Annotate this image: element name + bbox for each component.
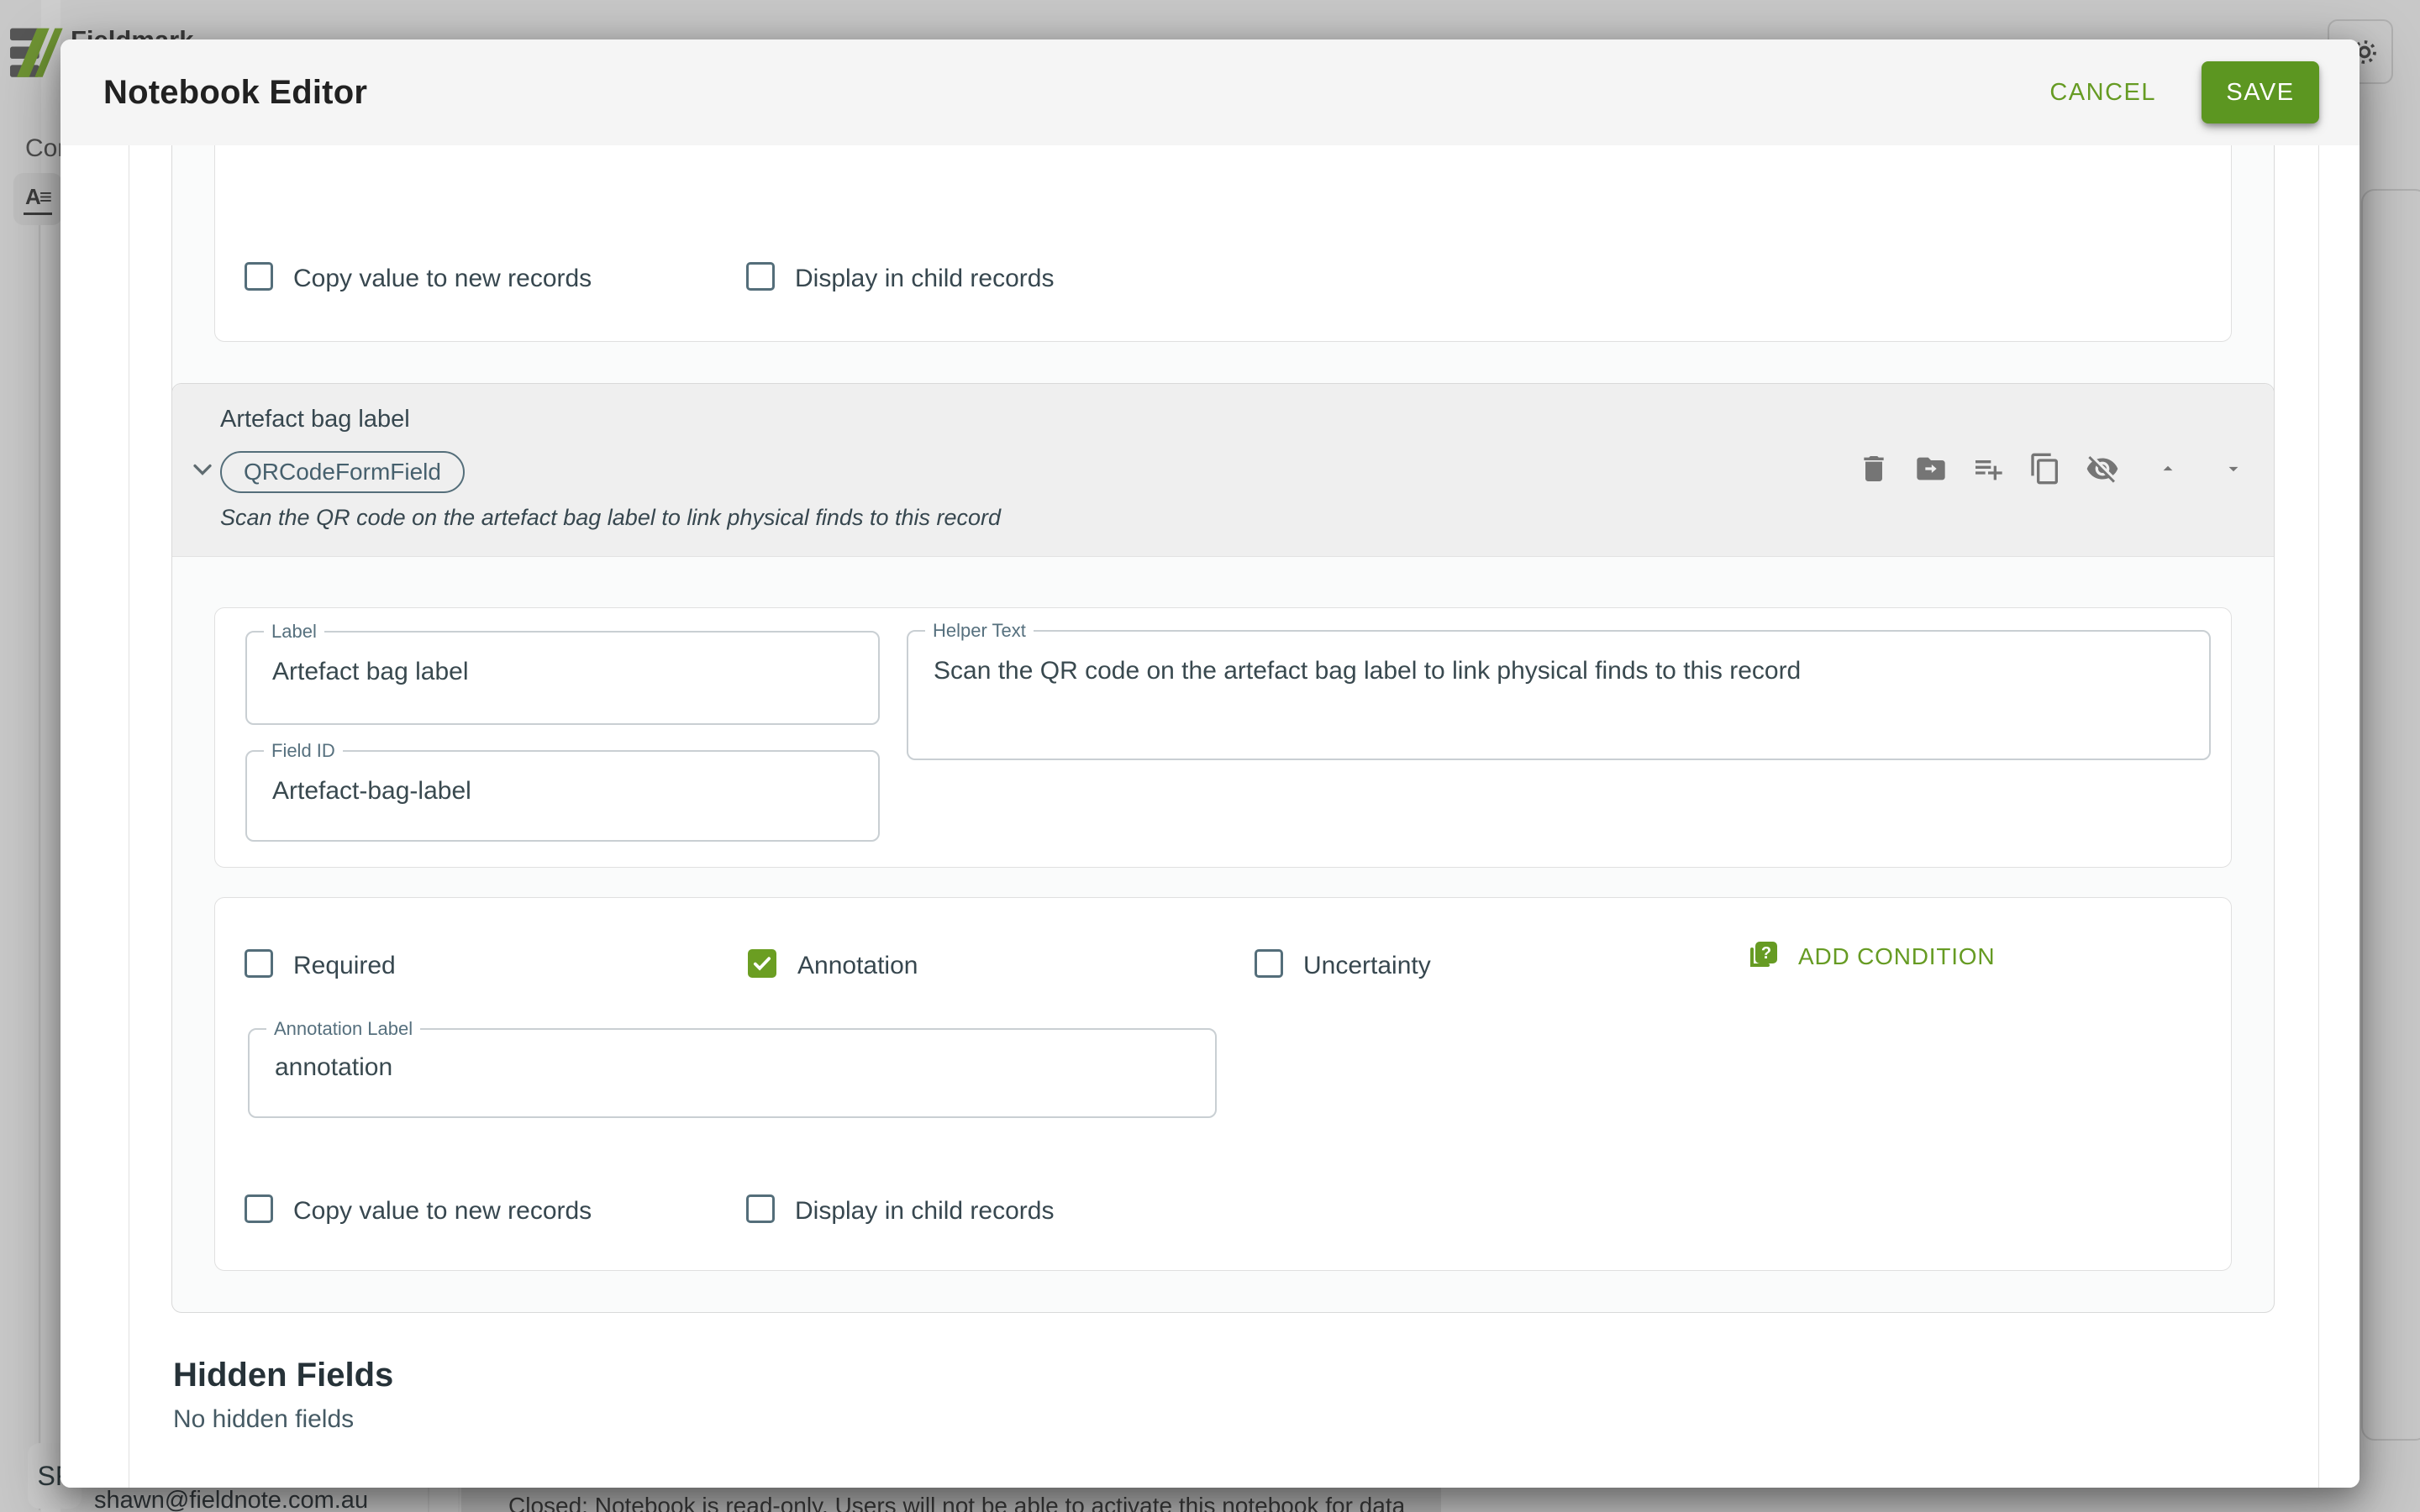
display-child-checkbox[interactable]	[746, 1194, 775, 1223]
app-tab-selected[interactable]: A≡	[13, 173, 62, 225]
divider	[458, 1488, 460, 1512]
cancel-button[interactable]: CANCEL	[2034, 67, 2171, 118]
label-field-value: Artefact bag label	[272, 658, 468, 686]
hidden-fields-title: Hidden Fields	[173, 1357, 393, 1394]
status-banner-text: Closed: Notebook is read-only. Users wil…	[508, 1493, 1441, 1512]
copy-value-checkbox[interactable]	[245, 262, 273, 291]
fields-list-container: Copy value to new records Display in chi…	[129, 145, 2319, 1488]
copy-value-label: Copy value to new records	[293, 265, 592, 293]
required-checkbox[interactable]	[245, 949, 273, 978]
status-banner: Closed: Notebook is read-only. Users wil…	[461, 1488, 1441, 1512]
display-child-checkbox[interactable]	[746, 262, 775, 291]
move-field-icon[interactable]	[1913, 451, 1949, 486]
user-email: shawn@fieldnote.com.au	[94, 1487, 368, 1512]
app-left-rail	[41, 0, 60, 1512]
required-label: Required	[293, 952, 396, 980]
annotation-label-legend: Annotation Label	[266, 1018, 420, 1040]
app-right-panel	[2361, 189, 2420, 1441]
helper-text-value: Scan the QR code on the artefact bag lab…	[934, 657, 1801, 685]
field-options-card: Required Annotation Uncertainty ?	[214, 897, 2232, 1271]
dialog-body: Copy value to new records Display in chi…	[60, 145, 2360, 1488]
fieldmark-logo	[10, 22, 64, 84]
previous-field-options-card: Copy value to new records Display in chi…	[214, 145, 2232, 342]
helper-text-legend: Helper Text	[925, 620, 1034, 642]
annotation-label: Annotation	[797, 952, 918, 980]
delete-icon[interactable]	[1856, 451, 1891, 486]
field-type-chip: QRCodeFormField	[220, 451, 465, 493]
uncertainty-label: Uncertainty	[1303, 952, 1431, 980]
uncertainty-checkbox[interactable]	[1255, 949, 1283, 978]
label-field[interactable]: Label Artefact bag label	[245, 631, 880, 725]
app-rail-divider	[39, 225, 40, 1510]
field-description: Scan the QR code on the artefact bag lab…	[220, 505, 1001, 531]
copy-value-label: Copy value to new records	[293, 1197, 592, 1226]
display-child-label: Display in child records	[795, 265, 1054, 293]
move-down-icon[interactable]	[2223, 451, 2244, 486]
hidden-fields-empty: No hidden fields	[173, 1405, 354, 1434]
annotation-checkbox[interactable]	[748, 949, 776, 978]
field-toolbar	[1856, 451, 2244, 486]
dialog-header: Notebook Editor CANCEL SAVE	[60, 39, 2360, 145]
move-up-icon[interactable]	[2157, 451, 2179, 486]
annotation-label-field[interactable]: Annotation Label annotation	[248, 1028, 1217, 1118]
copy-value-checkbox[interactable]	[245, 1194, 273, 1223]
duplicate-icon[interactable]	[2028, 451, 2063, 486]
field-config-card: Label Artefact bag label Helper Text Sca…	[214, 607, 2232, 868]
label-field-legend: Label	[264, 621, 324, 643]
add-condition-button[interactable]: ? ADD CONDITION	[1744, 938, 1995, 975]
display-child-label: Display in child records	[795, 1197, 1054, 1226]
field-id-value: Artefact-bag-label	[272, 777, 471, 806]
annotation-label-value: annotation	[275, 1053, 392, 1082]
field-name: Artefact bag label	[220, 406, 410, 433]
add-condition-icon: ?	[1744, 938, 1781, 975]
text-field-icon: A≡	[24, 184, 52, 215]
hide-field-icon[interactable]	[2085, 451, 2120, 486]
screen: Fieldmark Cor A≡ SF shawn@fieldnote.com.…	[0, 0, 2420, 1512]
helper-text-field[interactable]: Helper Text Scan the QR code on the arte…	[907, 630, 2211, 760]
field-id-field[interactable]: Field ID Artefact-bag-label	[245, 750, 880, 842]
notebook-editor-dialog: Notebook Editor CANCEL SAVE Copy value t…	[60, 39, 2360, 1488]
save-button[interactable]: SAVE	[2202, 61, 2319, 123]
dialog-title: Notebook Editor	[103, 74, 367, 112]
field-section-header: Artefact bag label QRCodeFormField Scan …	[172, 384, 2274, 557]
field-id-legend: Field ID	[264, 740, 343, 762]
chevron-down-icon[interactable]	[187, 454, 218, 485]
svg-text:?: ?	[1761, 944, 1771, 963]
field-section-artefact-bag-label: Artefact bag label QRCodeFormField Scan …	[171, 383, 2275, 1313]
add-condition-label: ADD CONDITION	[1798, 943, 1995, 970]
add-to-list-icon[interactable]	[1970, 451, 2006, 486]
dialog-actions: CANCEL SAVE	[2034, 61, 2319, 123]
divider	[428, 1488, 429, 1512]
